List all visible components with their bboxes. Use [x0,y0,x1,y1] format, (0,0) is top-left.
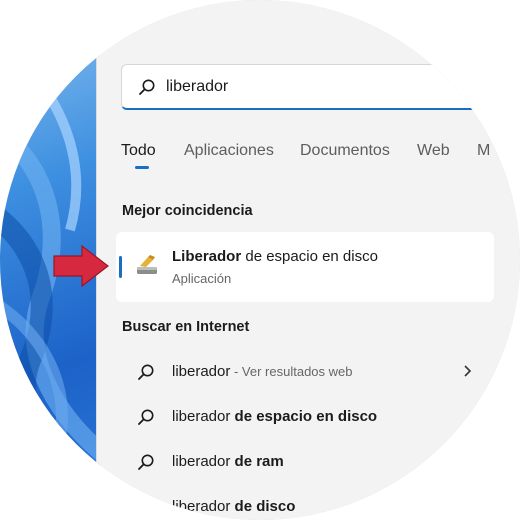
best-match-subtitle: Aplicación [172,271,232,286]
search-icon [138,78,156,101]
suggestion-row[interactable]: liberador de disco [121,487,491,520]
search-box[interactable]: liberador [121,64,520,110]
search-icon [137,363,155,386]
tab-aplicaciones[interactable]: Aplicaciones [184,142,274,160]
suggestion-row[interactable]: liberador de ram [121,442,491,482]
search-icon [137,498,155,520]
tab-documentos[interactable]: Documentos [300,142,390,160]
selection-indicator [119,256,122,278]
suggestion-text: liberador de disco [172,498,296,515]
best-match-heading: Mejor coincidencia [122,203,253,219]
best-match-result[interactable]: Liberador de espacio en disco Aplicación [116,232,494,302]
tab-todo[interactable]: Todo [121,142,156,160]
search-input[interactable]: liberador [166,78,228,96]
zoom-circle: liberador Todo Aplicaciones Documentos W… [0,0,520,520]
web-result-row[interactable]: liberador - Ver resultados web [121,352,491,392]
tab-web[interactable]: Web [417,142,450,160]
search-icon [137,408,155,431]
suggestion-row[interactable]: liberador de espacio en disco [121,397,491,437]
tab-more[interactable]: M [477,142,490,160]
active-tab-indicator [135,166,149,169]
suggestion-text: liberador de espacio en disco [172,408,378,425]
web-result-text: liberador - Ver resultados web [172,363,353,380]
internet-heading: Buscar en Internet [122,319,250,335]
red-arrow-annotation [52,244,112,293]
best-match-title: Liberador de espacio en disco [172,248,378,265]
suggestion-text: liberador de ram [172,453,284,470]
disk-cleanup-icon [134,254,160,283]
chevron-right-icon[interactable] [463,364,473,383]
search-icon [137,453,155,476]
